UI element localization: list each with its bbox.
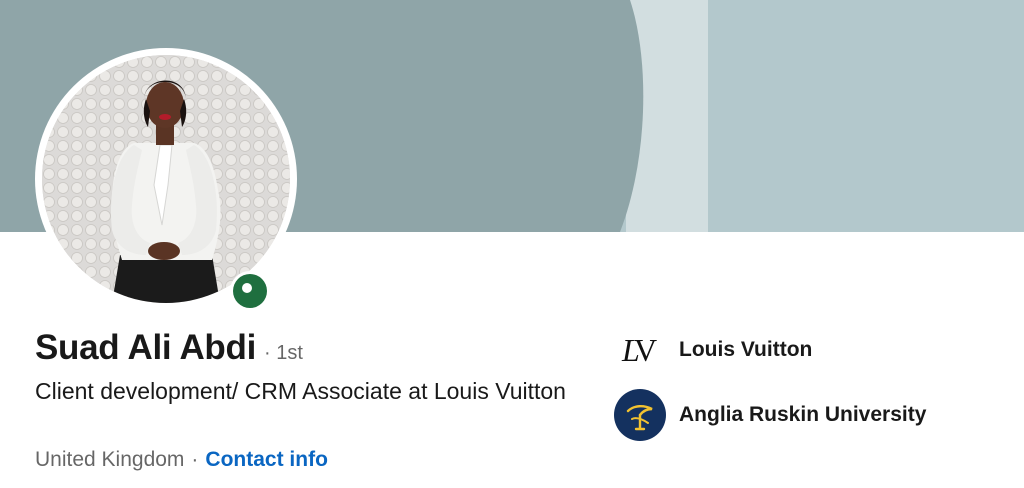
education-anglia-ruskin[interactable]: Anglia Ruskin University	[614, 389, 926, 441]
contact-info-link[interactable]: Contact info	[205, 448, 327, 472]
location-separator: ·	[191, 448, 199, 471]
profile-name: Suad Ali Abdi	[35, 328, 257, 367]
online-status-indicator	[230, 271, 270, 311]
name-row: Suad Ali Abdi · 1st	[35, 328, 303, 372]
school-name: Anglia Ruskin University	[679, 403, 927, 426]
connection-degree: · 1st	[264, 342, 303, 364]
svg-text:V: V	[634, 332, 657, 368]
company-name: Louis Vuitton	[679, 338, 813, 361]
online-status-dot	[242, 283, 252, 293]
lv-monogram-icon: L V	[614, 324, 666, 376]
location-row: United Kingdom · Contact info	[35, 446, 328, 474]
current-company-louis-vuitton[interactable]: L V Louis Vuitton	[614, 324, 812, 376]
aru-crest-icon	[614, 389, 666, 441]
profile-location: United Kingdom	[35, 448, 185, 471]
profile-photo[interactable]	[42, 55, 290, 303]
profile-headline: Client development/ CRM Associate at Lou…	[35, 378, 566, 404]
